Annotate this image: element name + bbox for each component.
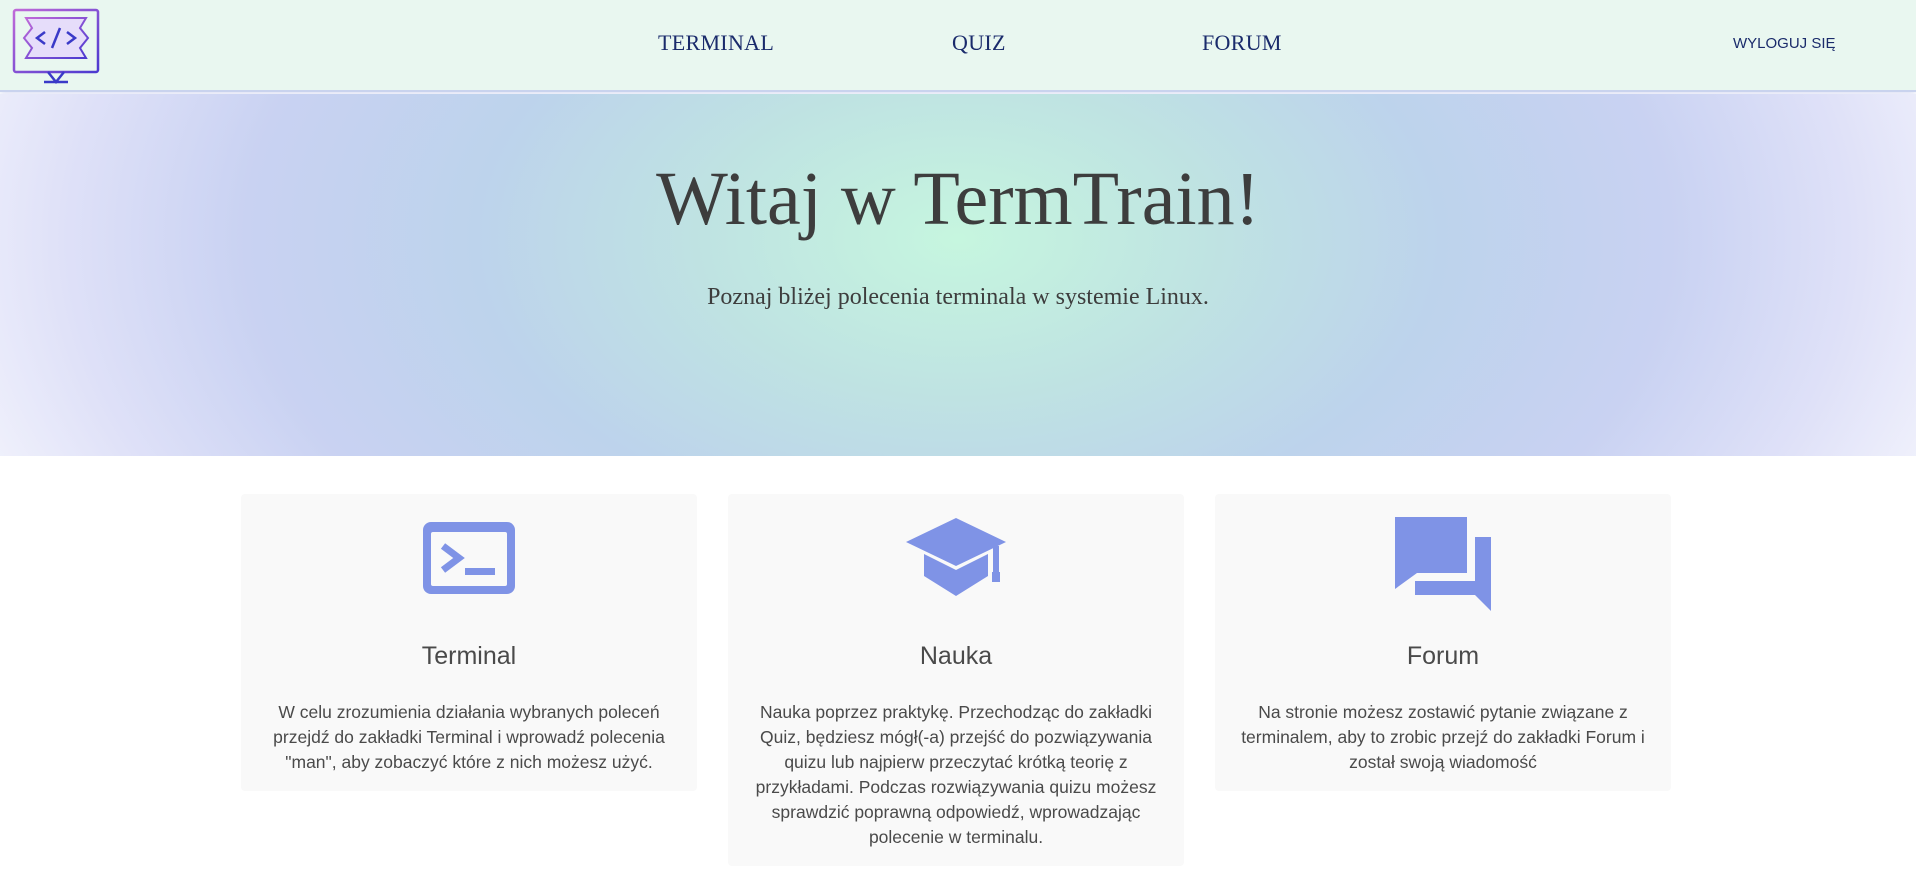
card-title: Forum [1406, 642, 1480, 670]
hero-banner: Witaj w TermTrain! Poznaj bliżej polecen… [0, 94, 1916, 456]
hero-title: Witaj w TermTrain! [656, 157, 1260, 241]
card-description: W celu zrozumienia działania wybranych p… [273, 702, 665, 772]
card-title: Nauka [919, 642, 993, 670]
top-navbar: TERMINAL QUIZ FORUM WYLOGUJ SIĘ [0, 0, 1916, 92]
nav-quiz-link[interactable]: QUIZ [952, 30, 1006, 56]
nav-terminal-link[interactable]: TERMINAL [658, 30, 774, 56]
terminal-icon [241, 512, 697, 604]
card-description: Nauka poprzez praktykę. Przechodząc do z… [755, 702, 1157, 847]
card-description: Na stronie możesz zostawić pytanie związ… [1241, 702, 1645, 772]
chat-bubbles-icon [1215, 512, 1671, 611]
hero-subtitle: Poznaj bliżej polecenia terminala w syst… [707, 284, 1209, 310]
feature-card-forum: Forum Na stronie możesz zostawić pytanie… [1215, 494, 1671, 791]
feature-card-learning: Nauka Nauka poprzez praktykę. Przechodzą… [728, 494, 1184, 866]
card-title: Terminal [421, 642, 517, 670]
logout-link[interactable]: WYLOGUJ SIĘ [1733, 35, 1836, 52]
feature-card-terminal: Terminal W celu zrozumienia działania wy… [241, 494, 697, 791]
nav-forum-link[interactable]: FORUM [1202, 30, 1282, 56]
code-monitor-icon[interactable] [12, 8, 102, 86]
graduation-cap-icon [728, 512, 1184, 604]
